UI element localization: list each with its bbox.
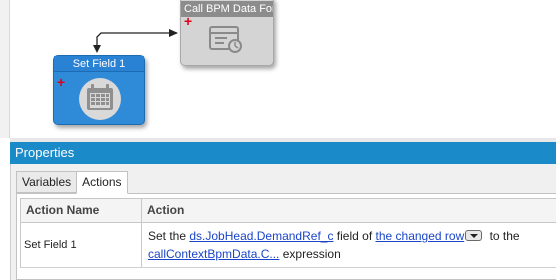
properties-panel: Variables Actions Action Name Action Set… xyxy=(10,164,556,280)
set-field-node[interactable]: Set Field 1 + xyxy=(53,55,145,125)
column-header-action[interactable]: Action xyxy=(142,199,556,222)
action-description-cell: Set the ds.JobHead.DemandRef_c field of … xyxy=(142,223,556,267)
properties-header: Properties xyxy=(10,142,556,164)
row-dropdown-button[interactable] xyxy=(465,230,483,241)
table-row[interactable]: Set Field 1 Set the ds.JobHead.DemandRef… xyxy=(21,223,556,268)
tab-variables[interactable]: Variables xyxy=(16,171,78,193)
action-text: expression xyxy=(279,247,341,261)
row-link[interactable]: the changed row xyxy=(376,229,465,243)
action-text: field of xyxy=(333,229,376,243)
add-plus-icon[interactable]: + xyxy=(57,75,65,89)
expression-link[interactable]: callContextBpmData.C... xyxy=(148,247,279,261)
grid-header: Action Name Action xyxy=(21,199,556,223)
set-field-node-title: Set Field 1 xyxy=(54,56,144,72)
add-plus-icon[interactable]: + xyxy=(184,14,192,28)
field-link[interactable]: ds.JobHead.DemandRef_c xyxy=(189,229,333,243)
properties-tabs: Variables Actions xyxy=(16,171,128,194)
connector-arrow xyxy=(93,29,178,53)
calendar-icon xyxy=(79,78,121,120)
workflow-canvas[interactable]: Call BPM Data Form + Set Field 1 + xyxy=(0,0,556,138)
actions-tab-content: Action Name Action Set Field 1 Set the d… xyxy=(16,193,556,280)
bpm-node-title: Call BPM Data Form xyxy=(181,1,273,17)
bpm-data-form-node[interactable]: Call BPM Data Form + xyxy=(180,0,274,66)
action-text: Set the xyxy=(148,229,190,243)
column-header-action-name[interactable]: Action Name xyxy=(21,199,142,222)
tab-actions[interactable]: Actions xyxy=(76,171,128,194)
action-name-cell: Set Field 1 xyxy=(21,223,142,267)
form-gear-icon xyxy=(209,26,242,53)
actions-grid: Action Name Action Set Field 1 Set the d… xyxy=(20,198,556,268)
action-text: to the xyxy=(486,229,520,243)
